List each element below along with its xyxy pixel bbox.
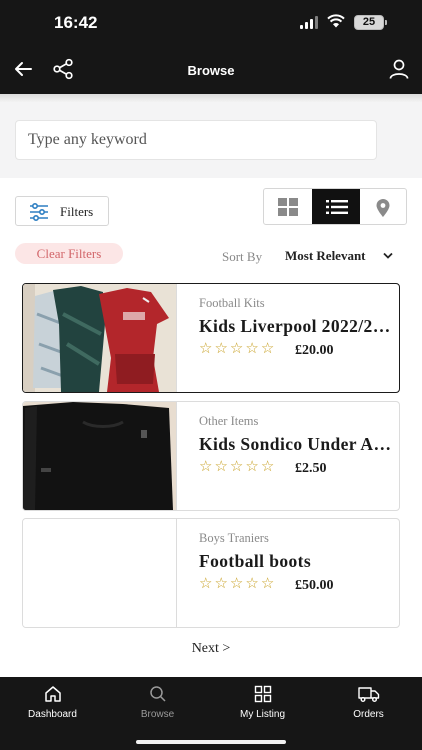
search-input[interactable]: Type any keyword bbox=[15, 120, 377, 160]
map-pin-icon bbox=[376, 199, 390, 217]
user-profile-icon[interactable] bbox=[388, 58, 410, 80]
status-time: 16:42 bbox=[54, 13, 98, 32]
star-icon: ☆ bbox=[229, 574, 244, 592]
listing-title: Football boots bbox=[199, 551, 312, 571]
star-icon: ☆ bbox=[245, 457, 259, 475]
status-bar: 16:42 25 bbox=[0, 0, 422, 46]
star-icon: ☆ bbox=[229, 339, 244, 357]
list-view-button[interactable] bbox=[312, 189, 360, 224]
tab-label: Dashboard bbox=[28, 709, 77, 720]
view-toggle bbox=[263, 188, 407, 225]
search-section: Type any keyword bbox=[0, 102, 422, 178]
listing-category: Other Items bbox=[199, 414, 259, 428]
page-title: Browse bbox=[187, 63, 235, 78]
tab-my-listing[interactable]: My Listing bbox=[210, 685, 315, 720]
tab-browse[interactable]: Browse bbox=[105, 685, 210, 720]
listing-image bbox=[23, 402, 177, 510]
star-icon: ☆ bbox=[245, 339, 259, 357]
star-rating: ☆ ☆ ☆ ☆ ☆ bbox=[199, 576, 274, 591]
listing-image bbox=[23, 284, 177, 392]
listing-title: Kids Sondico Under Armour top bbox=[199, 434, 395, 454]
star-icon: ☆ bbox=[214, 574, 228, 592]
star-rating: ☆ ☆ ☆ ☆ ☆ bbox=[199, 459, 274, 474]
listing-price: £20.00 bbox=[295, 343, 334, 358]
listing-category: Boys Traniers bbox=[199, 531, 269, 545]
star-icon: ☆ bbox=[260, 457, 275, 475]
listing-card[interactable]: Boys Traniers Football boots ☆ ☆ ☆ ☆ ☆ £50.0… bbox=[22, 518, 400, 628]
home-icon bbox=[44, 686, 61, 702]
listing-title: Kids Liverpool 2022/23 kit bbox=[199, 316, 395, 336]
tab-label: Orders bbox=[353, 709, 384, 720]
listing-price: £2.50 bbox=[295, 461, 327, 476]
grid-icon bbox=[254, 685, 271, 703]
listing-card[interactable]: Football Kits Kids Liverpool 2022/23 kit… bbox=[22, 283, 400, 393]
star-icon: ☆ bbox=[214, 457, 228, 475]
black-top-photo bbox=[23, 402, 176, 510]
star-icon: ☆ bbox=[260, 574, 275, 592]
star-icon: ☆ bbox=[199, 339, 213, 357]
tab-dashboard[interactable]: Dashboard bbox=[0, 685, 105, 720]
listing-card[interactable]: Other Items Kids Sondico Under Armour to… bbox=[22, 401, 400, 511]
tab-label: Browse bbox=[140, 709, 175, 720]
map-view-button[interactable] bbox=[360, 189, 406, 224]
next-page-link[interactable]: Next > bbox=[0, 641, 422, 657]
cellular-signal-icon bbox=[300, 16, 318, 29]
filters-button[interactable]: Filters bbox=[15, 196, 109, 226]
star-icon: ☆ bbox=[199, 457, 213, 475]
tab-label: My Listing bbox=[239, 709, 285, 720]
star-icon: ☆ bbox=[214, 339, 228, 357]
header-shadow bbox=[0, 94, 422, 102]
list-icon bbox=[326, 200, 348, 214]
clear-filters-button[interactable]: Clear Filters bbox=[15, 243, 123, 264]
listing-category: Football Kits bbox=[199, 296, 265, 310]
star-icon: ☆ bbox=[229, 457, 244, 475]
star-icon: ☆ bbox=[245, 574, 259, 592]
sliders-icon bbox=[30, 203, 48, 221]
sort-select[interactable]: Most Relevant bbox=[285, 248, 366, 264]
football-kit-photo bbox=[23, 284, 176, 392]
star-icon: ☆ bbox=[260, 339, 275, 357]
grid-icon bbox=[278, 198, 298, 216]
star-rating: ☆ ☆ ☆ ☆ ☆ bbox=[199, 341, 274, 356]
grid-view-button[interactable] bbox=[264, 189, 312, 224]
filters-label: Filters bbox=[60, 204, 94, 219]
wifi-icon bbox=[327, 14, 345, 28]
listing-price: £50.00 bbox=[295, 578, 334, 593]
chevron-down-icon[interactable] bbox=[383, 252, 393, 260]
home-indicator[interactable] bbox=[136, 740, 286, 744]
listing-image-placeholder bbox=[23, 519, 177, 627]
sort-by-label: Sort By bbox=[222, 249, 263, 264]
app-bar: Browse bbox=[0, 46, 422, 94]
search-icon bbox=[149, 686, 166, 702]
star-icon: ☆ bbox=[199, 574, 213, 592]
battery-icon: 25 bbox=[354, 15, 387, 30]
truck-icon bbox=[357, 687, 379, 702]
tab-orders[interactable]: Orders bbox=[316, 685, 421, 720]
